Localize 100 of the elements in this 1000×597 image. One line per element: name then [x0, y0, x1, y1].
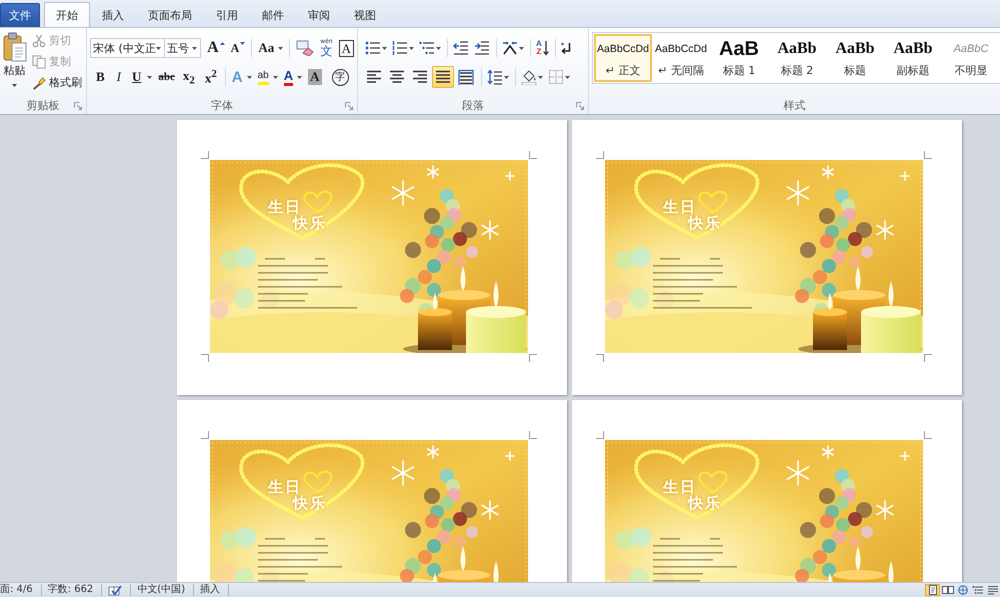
ribbon-tab[interactable]: 审阅: [296, 3, 342, 27]
dropdown-caret-icon: [382, 46, 387, 50]
format-painter-button[interactable]: 格式刷: [31, 72, 83, 93]
return-arrow-icon: [560, 42, 571, 54]
up-caret-icon: [220, 42, 225, 45]
dropdown-caret-icon: [147, 76, 152, 78]
crop-mark-icon: [529, 431, 537, 439]
sort-button[interactable]: A Z: [534, 37, 551, 59]
paintbrush-icon: [32, 76, 46, 90]
dropdown-caret-icon: [436, 46, 441, 50]
asian-layout-icon: [502, 40, 518, 56]
scissors-icon: [32, 34, 46, 48]
character-shading-button[interactable]: A: [305, 66, 324, 88]
align-lines-icon: [435, 69, 451, 85]
greeting-text: 快乐: [688, 495, 722, 512]
file-menu-button[interactable]: 文件: [0, 3, 40, 27]
greeting-text: 快乐: [293, 495, 327, 512]
paste-button[interactable]: 粘贴: [1, 30, 28, 98]
web-layout-button[interactable]: [955, 584, 970, 596]
crop-mark-icon: [529, 151, 537, 159]
ribbon-tab[interactable]: 视图: [342, 3, 388, 27]
greeting-text: 生日: [663, 479, 697, 496]
down-arrow-icon: [542, 40, 549, 56]
crop-mark-icon: [924, 431, 932, 439]
crop-mark-icon: [596, 431, 604, 439]
style-item[interactable]: AaBb 标题: [826, 34, 884, 82]
down-caret-icon: [240, 42, 246, 45]
proofing-icon[interactable]: [108, 584, 122, 596]
dropdown-caret-icon: [192, 46, 198, 50]
dropdown-caret-icon: [297, 76, 302, 78]
underline-button[interactable]: U: [127, 66, 156, 88]
outline-icon: [972, 585, 984, 595]
page-count-text[interactable]: 面: 4/6: [0, 584, 42, 596]
justify-button[interactable]: [432, 66, 454, 88]
reading-view-button[interactable]: [940, 584, 955, 596]
outline-view-button[interactable]: [970, 584, 985, 596]
superscript-button[interactable]: x$^{2}$: [200, 66, 222, 88]
dropdown-caret-icon: [246, 76, 252, 78]
greeting-text: 生日: [663, 199, 697, 216]
ribbon-tab[interactable]: 插入: [90, 3, 136, 27]
dialog-launcher-icon[interactable]: [74, 102, 82, 110]
font-name-field[interactable]: 宋体 (中文正: [90, 38, 165, 58]
eraser-icon: [296, 40, 314, 56]
crop-mark-icon: [529, 354, 537, 362]
align-lines-icon: [412, 69, 428, 85]
shrink-font-button[interactable]: A: [228, 37, 248, 59]
style-item[interactable]: AaBbCcDd ↵ 正文: [594, 34, 652, 82]
italic-button[interactable]: I: [110, 66, 128, 88]
word-count-text[interactable]: 字数: 662: [42, 584, 102, 596]
dropdown-caret-icon: [12, 84, 17, 87]
dropdown-caret-icon: [156, 46, 161, 50]
style-item[interactable]: AaB 标题 1: [710, 34, 768, 82]
greeting-text: 快乐: [688, 215, 722, 232]
globe-icon: [956, 585, 968, 595]
distribute-icon: [458, 69, 474, 85]
open-book-icon: [942, 585, 954, 595]
style-item[interactable]: AaBbCcDd ↵ 无间隔: [652, 34, 710, 82]
strikethrough-button[interactable]: abc: [155, 66, 178, 88]
dropdown-caret-icon: [519, 46, 524, 50]
ribbon-tab[interactable]: 页面布局: [136, 3, 204, 27]
font-color-button[interactable]: A: [280, 66, 306, 88]
dropdown-caret-icon: [504, 76, 509, 78]
page-icon: [926, 585, 938, 595]
paint-bucket-icon: [521, 69, 537, 85]
decrease-indent-icon: [453, 40, 469, 56]
font-size-field[interactable]: 五号: [164, 38, 202, 58]
ribbon-tab[interactable]: 邮件: [250, 3, 296, 27]
draft-view-button[interactable]: [985, 584, 1000, 596]
crop-mark-icon: [201, 431, 209, 439]
insert-mode-text[interactable]: 插入: [194, 584, 230, 596]
crop-mark-icon: [201, 354, 209, 362]
group-label: 段落: [462, 99, 484, 113]
highlight-button[interactable]: ab: [254, 66, 281, 88]
dialog-launcher-icon[interactable]: [576, 102, 584, 110]
crop-mark-icon: [924, 354, 932, 362]
bulleted-list-icon: [365, 40, 381, 56]
change-case-button[interactable]: Aa: [255, 37, 286, 59]
align-lines-icon: [366, 69, 382, 85]
style-item[interactable]: AaBbC 不明显: [942, 34, 1000, 82]
increase-indent-icon: [474, 40, 490, 56]
bold-button[interactable]: B: [90, 66, 111, 88]
greeting-text: 快乐: [293, 215, 327, 232]
ribbon-tab[interactable]: 开始: [44, 2, 90, 27]
print-layout-button[interactable]: [925, 584, 940, 596]
dropdown-caret-icon: [538, 76, 543, 78]
clipboard-icon: [2, 32, 26, 62]
crop-mark-icon: [201, 151, 209, 159]
ribbon-tab[interactable]: 引用: [204, 3, 250, 27]
language-text[interactable]: 中文(中国): [131, 584, 194, 596]
style-item[interactable]: AaBb 标题 2: [768, 34, 826, 82]
group-label: 剪贴板: [26, 99, 60, 113]
dialog-launcher-icon[interactable]: [345, 102, 353, 110]
style-item[interactable]: AaBb 副标题: [884, 34, 942, 82]
enclose-characters-button[interactable]: 字: [324, 66, 352, 88]
align-lines-icon: [389, 69, 405, 85]
group-label: 字体: [211, 99, 233, 113]
crop-mark-icon: [596, 354, 604, 362]
subscript-button[interactable]: x$_{2}$: [178, 66, 200, 88]
grow-font-button[interactable]: A: [204, 37, 228, 59]
crop-mark-icon: [924, 151, 932, 159]
